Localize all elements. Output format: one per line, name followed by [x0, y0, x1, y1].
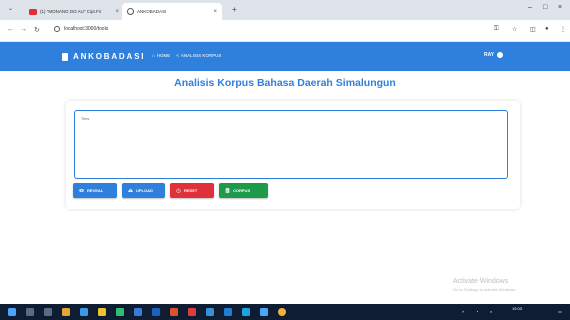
new-tab-icon[interactable]: + — [232, 5, 237, 14]
minimize-icon[interactable]: – — [528, 4, 532, 11]
app-navbar: ANKOBADASI ⌂ HOME < ANALISIS KORPUS RAY — [0, 42, 570, 71]
app-icon[interactable] — [260, 308, 268, 316]
button-label: UPLOAD — [136, 188, 153, 193]
page-title: Analisis Korpus Bahasa Daerah Simalungun — [174, 77, 396, 89]
sidebar-icon[interactable]: ◫ — [530, 26, 536, 33]
reload-icon[interactable]: ↻ — [34, 26, 40, 34]
brand-name: ANKOBADASI — [73, 52, 146, 61]
profile-icon[interactable]: ● — [545, 26, 549, 32]
corpus-button[interactable]: CORPUS — [219, 183, 268, 198]
powerpoint-icon[interactable] — [170, 308, 178, 316]
youtube-icon — [29, 8, 37, 15]
windows-taskbar: ˄ ◔ ◗ 19.03 ▭ — [0, 304, 570, 320]
close-tab-icon[interactable]: × — [213, 9, 217, 15]
user-name: RAY — [484, 52, 495, 58]
button-label: RESET — [184, 188, 198, 193]
word-icon[interactable] — [152, 308, 160, 316]
home-icon: ⌂ — [152, 53, 155, 58]
search-icon[interactable] — [26, 308, 34, 316]
globe-icon — [127, 8, 134, 15]
user-menu[interactable]: RAY — [484, 52, 504, 58]
share-icon: < — [176, 53, 179, 58]
nav-analisis-korpus[interactable]: < ANALISIS KORPUS — [176, 53, 221, 58]
app-icon[interactable] — [62, 308, 70, 316]
tab-list-dropdown-icon[interactable]: ⌄ — [8, 5, 13, 12]
start-icon[interactable] — [8, 308, 16, 316]
power-icon — [176, 188, 181, 193]
app-icon[interactable] — [116, 308, 124, 316]
key-icon[interactable]: ⚿ — [494, 26, 499, 33]
button-label: CORPUS — [233, 188, 251, 193]
tab-title: ANKOBADASI — [137, 9, 167, 14]
app-icon[interactable] — [224, 308, 232, 316]
menu-icon[interactable]: ⋮ — [560, 26, 566, 33]
watermark-subtitle: Go to Settings to activate Windows. — [453, 287, 517, 292]
close-tab-icon[interactable]: × — [115, 9, 119, 15]
site-info-icon[interactable] — [54, 26, 60, 32]
volume-icon[interactable]: ◗ — [490, 309, 492, 314]
vscode-icon[interactable] — [242, 308, 250, 316]
browser-tab-youtube[interactable]: (1) "MONANG DO AU" Cipt.Fir × — [24, 3, 124, 20]
back-icon[interactable]: ← — [7, 26, 14, 33]
clock-time: 19.03 — [512, 306, 523, 311]
user-icon — [497, 52, 504, 58]
nav-label: HOME — [156, 53, 171, 58]
brand[interactable]: ANKOBADASI — [62, 52, 145, 61]
eye-icon — [79, 189, 84, 192]
maximize-icon[interactable]: □ — [543, 4, 547, 11]
app-icon[interactable] — [134, 308, 142, 316]
nav-links: ⌂ HOME < ANALISIS KORPUS — [152, 53, 221, 58]
app-icon[interactable] — [206, 308, 214, 316]
browser-tab-ankobadasi[interactable]: ANKOBADASI × — [122, 3, 222, 20]
browser-toolbar: ← → ↻ localhost:3000/tools ⚿ ☆ ◫ ● ⋮ — [0, 20, 570, 42]
tab-title: (1) "MONANG DO AU" Cipt.Fir — [40, 9, 102, 14]
close-window-icon[interactable]: × — [558, 4, 562, 11]
reveal-button[interactable]: REVEAL — [73, 183, 117, 198]
text-input[interactable] — [74, 110, 508, 179]
notification-icon[interactable]: ▭ — [558, 309, 562, 314]
star-icon[interactable]: ☆ — [512, 26, 517, 33]
chrome-icon[interactable] — [278, 308, 286, 316]
file-explorer-icon[interactable] — [98, 308, 106, 316]
network-icon[interactable]: ◔ — [476, 309, 478, 314]
analysis-card: REVEAL UPLOAD RESET CORPUS — [66, 101, 520, 209]
url-text: localhost:3000/tools — [64, 26, 109, 32]
address-bar[interactable]: localhost:3000/tools — [54, 26, 108, 32]
book-icon — [62, 52, 68, 61]
button-label: REVEAL — [87, 188, 104, 193]
app-icon[interactable] — [80, 308, 88, 316]
forward-icon[interactable]: → — [20, 26, 27, 33]
browser-tab-bar: ⌄ (1) "MONANG DO AU" Cipt.Fir × ANKOBADA… — [0, 0, 570, 20]
upload-button[interactable]: UPLOAD — [122, 183, 165, 198]
watermark-title: Activate Windows — [453, 278, 509, 285]
task-view-icon[interactable] — [44, 308, 52, 316]
app-icon[interactable] — [188, 308, 196, 316]
nav-label: ANALISIS KORPUS — [180, 53, 222, 58]
reset-button[interactable]: RESET — [170, 183, 214, 198]
activate-windows-watermark: Activate Windows Go to Settings to activ… — [453, 278, 516, 292]
clock[interactable]: 19.03 — [512, 306, 522, 311]
nav-home[interactable]: ⌂ HOME — [152, 53, 170, 58]
document-icon — [225, 188, 230, 193]
action-buttons: REVEAL UPLOAD RESET CORPUS — [73, 183, 268, 198]
cloud-upload-icon — [128, 189, 133, 192]
tray-icons[interactable]: ˄ — [462, 309, 464, 314]
